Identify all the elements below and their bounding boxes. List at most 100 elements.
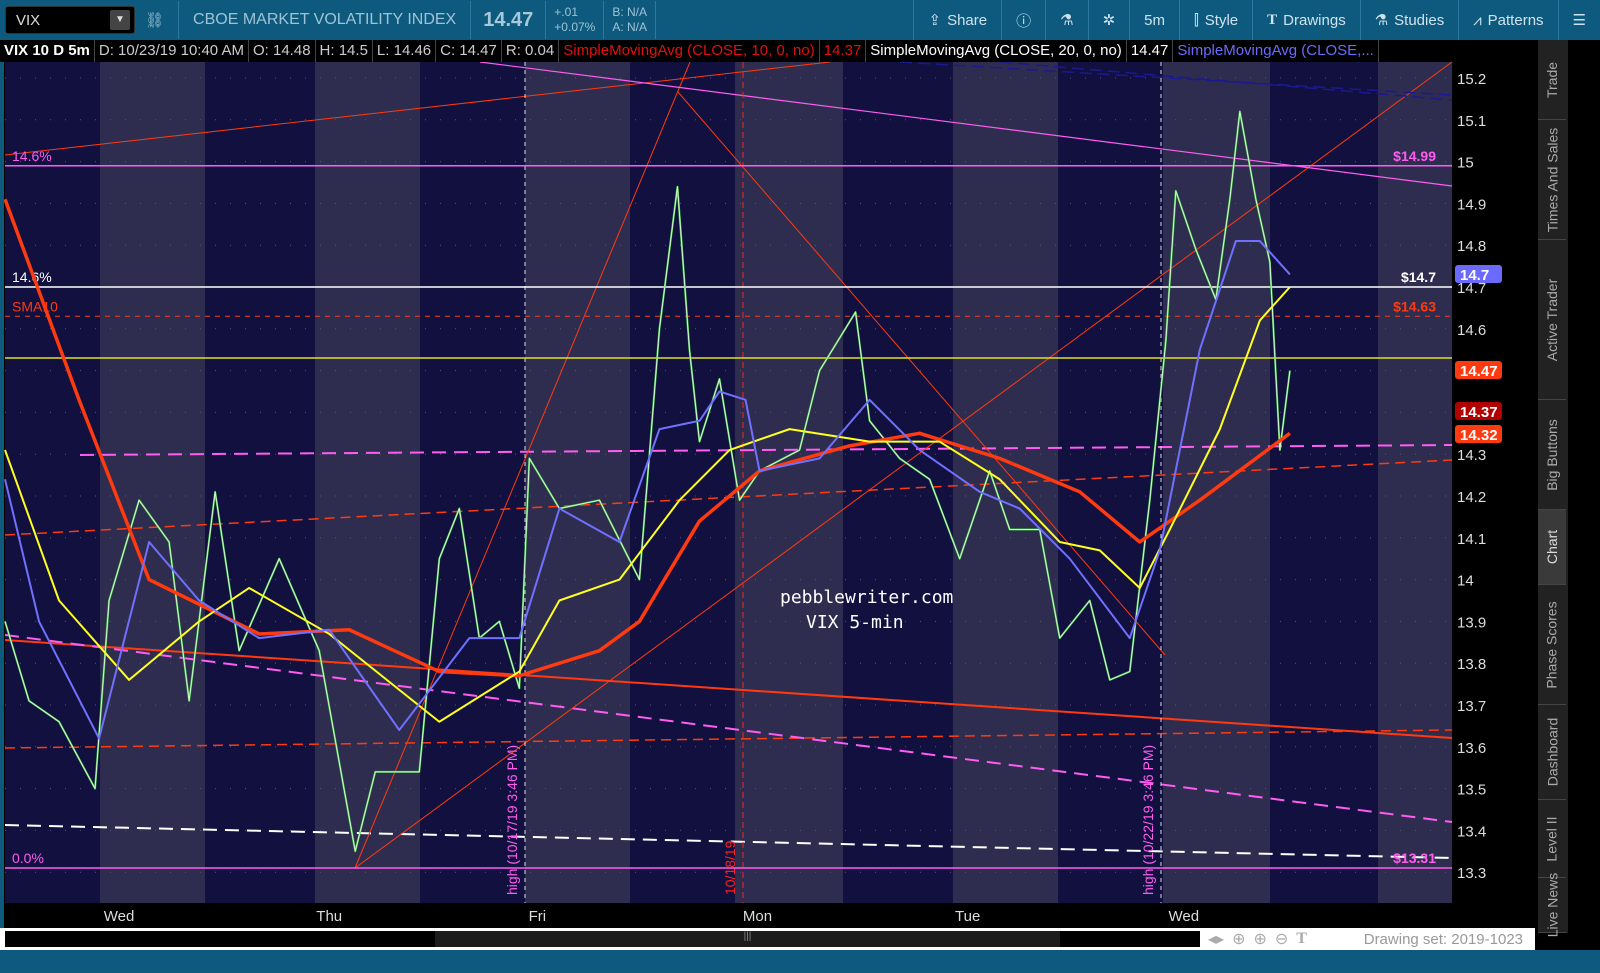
y-tick-label: 13.3 xyxy=(1457,865,1486,882)
chevron-down-icon[interactable]: ▼ xyxy=(110,10,130,30)
level-right-label: $14.63 xyxy=(1393,298,1436,314)
chart-title: VIX 10 D 5m xyxy=(0,40,95,62)
y-tick-label: 15.1 xyxy=(1457,113,1486,130)
side-tab-label: Level II xyxy=(1544,815,1561,862)
price-chart[interactable]: 15.215.11514.914.814.714.614.514.414.314… xyxy=(0,0,1600,973)
study-sma20[interactable]: SimpleMovingAvg (CLOSE, 20, 0, no) xyxy=(866,40,1127,62)
share-icon: ⇪ xyxy=(928,12,942,29)
y-tick-label: 14.2 xyxy=(1457,489,1486,506)
menu-button[interactable]: ☰ xyxy=(1557,0,1600,40)
horizontal-scrollbar[interactable]: ||| xyxy=(5,931,1200,947)
study-sma-blue[interactable]: SimpleMovingAvg (CLOSE,... xyxy=(1173,40,1379,62)
y-tick-label: 13.5 xyxy=(1457,782,1486,799)
arrows-icon[interactable]: ◂▸ xyxy=(1208,929,1224,949)
zoom-in-icon[interactable]: ⊕ xyxy=(1253,929,1266,949)
level-left-label: 0.0% xyxy=(12,850,44,866)
level-right-label: $14.7 xyxy=(1401,269,1436,285)
side-tab-label: Chart xyxy=(1544,529,1561,565)
flask-button[interactable]: ⚗ xyxy=(1045,0,1087,40)
price-badge-label: 14.37 xyxy=(1460,404,1498,421)
flask-icon: ⚗ xyxy=(1374,12,1389,29)
interval-label: 5m xyxy=(1144,11,1165,29)
flask-icon: ⚗ xyxy=(1060,12,1074,29)
zoom-out-icon[interactable]: ⊖ xyxy=(1275,929,1288,949)
level-right-label: $13.31 xyxy=(1393,850,1436,866)
footer-bar xyxy=(0,950,1600,973)
x-tick-label: Wed xyxy=(1169,908,1200,925)
y-tick-label: 15 xyxy=(1457,155,1474,172)
x-tick-label: Thu xyxy=(316,908,342,925)
drawings-button[interactable]: T Drawings xyxy=(1252,0,1360,40)
y-tick-label: 14.6 xyxy=(1457,322,1486,339)
y-tick-label: 14.3 xyxy=(1457,447,1486,464)
studies-button[interactable]: ⚗ Studies xyxy=(1359,0,1459,40)
bar-date: D: 10/23/19 10:40 AM xyxy=(95,40,249,62)
level-right-label: $14.99 xyxy=(1393,148,1436,164)
symbol-name: CBOE MARKET VOLATILITY INDEX xyxy=(193,11,457,28)
x-tick-label: Tue xyxy=(955,908,980,925)
list-icon: ☰ xyxy=(1572,12,1586,29)
price-badge-label: 14.47 xyxy=(1460,363,1498,380)
side-panel-tabs: Trade Times And Sales Active Trader Big But… xyxy=(1538,40,1568,937)
side-tab-trade[interactable]: Trade xyxy=(1538,40,1566,120)
candle-icon: ⫿ xyxy=(1193,11,1199,29)
study-sma10-value: 14.37 xyxy=(820,40,867,62)
side-tab-active-trader[interactable]: Active Trader xyxy=(1538,240,1566,400)
study-sma20-value: 14.47 xyxy=(1127,40,1174,62)
x-tick-label: Mon xyxy=(743,908,772,925)
change-value: +.01 xyxy=(554,5,578,19)
x-tick-label: Fri xyxy=(529,908,547,925)
y-tick-label: 14 xyxy=(1457,573,1474,590)
bar-low: L: 14.46 xyxy=(373,40,437,62)
link-icon[interactable]: ⛓ xyxy=(145,11,164,29)
share-label: Share xyxy=(947,11,988,29)
y-tick-label: 13.6 xyxy=(1457,740,1486,757)
share-button[interactable]: ⇪ Share xyxy=(913,0,1001,40)
text-tool-icon[interactable]: T xyxy=(1296,930,1307,948)
y-tick-label: 15.2 xyxy=(1457,71,1486,88)
info-icon: ⓘ xyxy=(1016,12,1032,30)
side-tab-chart[interactable]: Chart xyxy=(1538,510,1566,585)
watermark-site: pebblewriter.com xyxy=(780,587,953,608)
side-tab-label: Dashboard xyxy=(1544,717,1560,787)
bar-high: H: 14.5 xyxy=(316,40,373,62)
marker-label: high (10/17/19 3:46 PM) xyxy=(504,745,520,895)
session-band xyxy=(1378,62,1452,903)
y-tick-label: 13.9 xyxy=(1457,614,1486,631)
left-edge xyxy=(0,40,4,933)
chart-info-bar: VIX 10 D 5m D: 10/23/19 10:40 AM O: 14.4… xyxy=(0,40,1455,62)
drawing-set[interactable]: Drawing set: 2019-1023 xyxy=(1364,931,1523,948)
price-badge-label: 14.7 xyxy=(1460,267,1489,284)
side-tab-phase-scores[interactable]: Phase Scores xyxy=(1538,585,1566,705)
chart-bottom-bar: ||| ◂▸ ⊕ ⊕ ⊖ T Drawing set: 2019-1023 xyxy=(0,928,1535,950)
pattern-icon: ⩘ xyxy=(1473,11,1482,29)
side-tab-dashboard[interactable]: Dashboard xyxy=(1538,705,1566,800)
interval-button[interactable]: 5m xyxy=(1129,0,1179,40)
style-button[interactable]: ⫿ Style xyxy=(1178,0,1252,40)
bid-ask: B: N/A A: N/A xyxy=(604,5,655,35)
crosshair-icon[interactable]: ⊕ xyxy=(1232,929,1245,949)
side-tab-big-buttons[interactable]: Big Buttons xyxy=(1538,400,1566,510)
study-sma10[interactable]: SimpleMovingAvg (CLOSE, 10, 0, no) xyxy=(559,40,820,62)
patterns-label: Patterns xyxy=(1487,11,1544,29)
style-label: Style xyxy=(1204,11,1239,29)
side-tab-label: Live News xyxy=(1544,872,1560,938)
side-tab-level-ii[interactable]: Level II xyxy=(1538,800,1566,878)
change-percent: +0.07% xyxy=(554,20,596,34)
bid: B: N/A xyxy=(612,5,648,19)
side-tab-label: Big Buttons xyxy=(1544,418,1561,491)
symbol-text: VIX xyxy=(16,11,41,29)
settings-button[interactable]: ✲ xyxy=(1087,0,1130,40)
patterns-button[interactable]: ⩘ Patterns xyxy=(1458,0,1557,40)
info-button[interactable]: ⓘ xyxy=(1001,0,1045,40)
side-tab-live-news[interactable]: Live News xyxy=(1538,873,1566,937)
drawings-label: Drawings xyxy=(1283,11,1346,29)
y-tick-label: 14.9 xyxy=(1457,196,1486,213)
change: +.01 +0.07% xyxy=(546,5,603,35)
level-left-label: SMA10 xyxy=(12,298,58,314)
bar-range: R: 0.04 xyxy=(502,40,560,62)
side-tab-times-and-sales[interactable]: Times And Sales xyxy=(1538,120,1566,240)
scrollbar-thumb[interactable]: ||| xyxy=(435,931,1060,947)
side-tab-label: Trade xyxy=(1544,61,1560,98)
symbol-selector[interactable]: VIX ▼ xyxy=(5,6,135,34)
